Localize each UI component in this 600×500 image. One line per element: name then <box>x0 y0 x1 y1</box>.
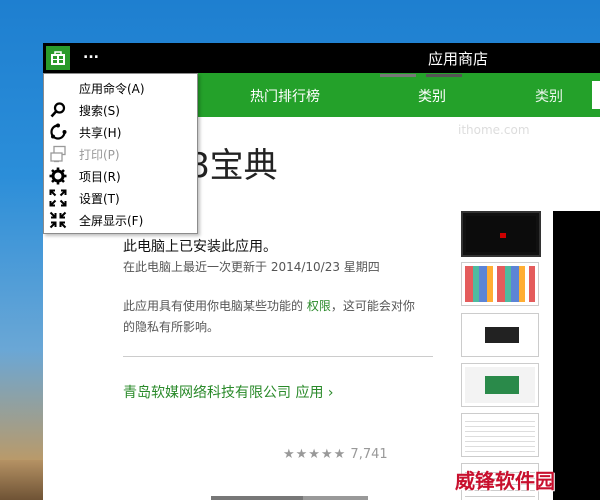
app-command-menu: 应用命令(A) 搜索(S) 共享(H) 打印(P) 项目(R) 设置(T) 全屏… <box>43 73 198 234</box>
scroll-indicator <box>211 496 311 500</box>
permissions-line-2: 的隐私有所影响。 <box>123 320 220 334</box>
store-app-icon[interactable] <box>46 46 70 70</box>
screenshot-thumb[interactable] <box>461 363 539 407</box>
rating: ★★★★★ 7,741 <box>283 447 388 462</box>
nav-category[interactable]: 类别 <box>418 86 446 106</box>
menu-item-label: 共享(H) <box>79 126 122 140</box>
search-icon <box>50 102 66 118</box>
menu-item-share[interactable]: 共享(H) <box>44 121 196 143</box>
screenshot-thumb[interactable] <box>461 313 539 357</box>
menu-item-app-commands[interactable]: 应用命令(A) <box>44 77 196 99</box>
expand-icon <box>49 189 67 207</box>
print-icon <box>50 145 66 163</box>
screenshot-thumb[interactable] <box>461 211 541 257</box>
brand-watermark: 威锋软件园 <box>455 469 555 493</box>
screenshot-thumb[interactable] <box>461 262 539 306</box>
permissions-suffix: ，这可能会对你 <box>330 299 415 313</box>
app-title: 8宝典 <box>188 146 278 186</box>
divider <box>123 356 433 357</box>
gear-icon <box>49 167 67 185</box>
store-bag-icon <box>51 51 65 65</box>
menu-item-label: 全屏显示(F) <box>79 214 144 228</box>
screenshot-thumb[interactable] <box>461 413 539 457</box>
nav-category-duplicate[interactable]: 类别 <box>535 86 563 106</box>
rating-stars: ★★★★★ <box>283 447 347 462</box>
menu-item-label: 应用命令(A) <box>79 82 145 96</box>
fullscreen-icon <box>49 211 67 229</box>
nav-edge <box>592 81 600 109</box>
permissions-line-1: 此应用具有使用你电脑某些功能的 权限，这可能会对你 <box>123 297 415 314</box>
scroll-indicator <box>303 496 368 500</box>
menu-item-label: 打印(P) <box>79 148 120 162</box>
app-commands-ellipsis[interactable]: ... <box>83 46 99 62</box>
menu-item-settings[interactable]: 设置(T) <box>44 187 196 209</box>
screenshot-preview[interactable] <box>553 211 600 500</box>
menu-item-devices[interactable]: 项目(R) <box>44 165 196 187</box>
share-icon <box>50 123 67 140</box>
last-updated: 在此电脑上最近一次更新于 2014/10/23 星期四 <box>123 260 380 274</box>
menu-item-label: 项目(R) <box>79 170 121 184</box>
nav-indicator <box>380 74 416 77</box>
permissions-link[interactable]: 权限 <box>307 299 331 313</box>
window-title: 应用商店 <box>428 50 489 68</box>
menu-item-print[interactable]: 打印(P) <box>44 143 196 165</box>
title-bar: ... 应用商店 <box>43 43 600 73</box>
nav-hot-charts[interactable]: 热门排行榜 <box>250 86 320 106</box>
installed-status: 此电脑上已安装此应用。 <box>123 239 277 255</box>
menu-item-label: 设置(T) <box>79 192 120 206</box>
menu-item-label: 搜索(S) <box>79 104 120 118</box>
nav-indicator <box>426 74 462 77</box>
permissions-prefix: 此应用具有使用你电脑某些功能的 <box>123 299 307 313</box>
menu-item-fullscreen[interactable]: 全屏显示(F) <box>44 209 196 231</box>
menu-item-search[interactable]: 搜索(S) <box>44 99 196 121</box>
publisher-link[interactable]: 青岛软媒网络科技有限公司 应用 › <box>123 382 334 402</box>
ithome-watermark: ithome.com <box>458 123 530 137</box>
rating-count: 7,741 <box>350 447 388 462</box>
